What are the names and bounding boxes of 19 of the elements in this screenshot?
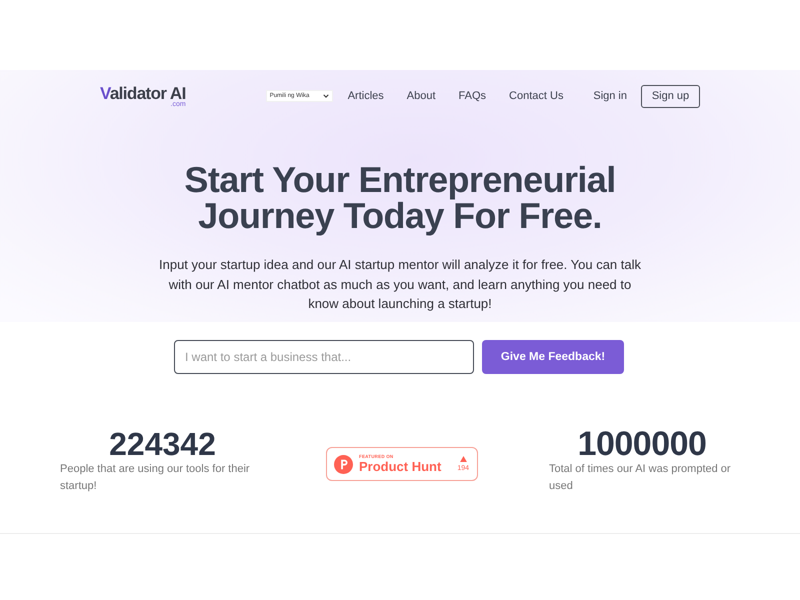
stat-caption: Total of times our AI was prompted or used (549, 462, 732, 494)
nav-link[interactable]: Articles (348, 90, 384, 102)
stat-number: 1000000 (578, 429, 706, 460)
feedback-button[interactable]: Give Me Feedback! (482, 340, 624, 374)
hero-description: Input your startup idea and our AI startup mentor will analyze it for free. You can talk with our AI mentor chatbot as much as you want, and learn anything you need to know about launching a startup! (158, 256, 642, 313)
nav-link[interactable]: Contact Us (509, 90, 564, 102)
sign-in-link[interactable]: Sign in (593, 90, 627, 102)
stat-caption: People that are using our tools for their startup! (60, 462, 251, 494)
sign-up-button[interactable]: Sign up (641, 84, 700, 108)
idea-input[interactable]: I want to start a business that... (174, 340, 474, 374)
nav-link[interactable]: About (406, 90, 436, 102)
letter-p-circle-icon (334, 454, 353, 474)
product-hunt-name: Product Hunt (359, 460, 442, 474)
logo-wordmark[interactable]: Validator AI (100, 84, 186, 102)
upvote-triangle-icon (460, 456, 467, 462)
nav-link[interactable]: FAQs (458, 90, 486, 102)
chevron-down-icon (322, 94, 329, 98)
headline: Start Your Entrepreneurial Journey Today For Free. (183, 162, 617, 234)
stat-number: 224342 (109, 429, 216, 460)
